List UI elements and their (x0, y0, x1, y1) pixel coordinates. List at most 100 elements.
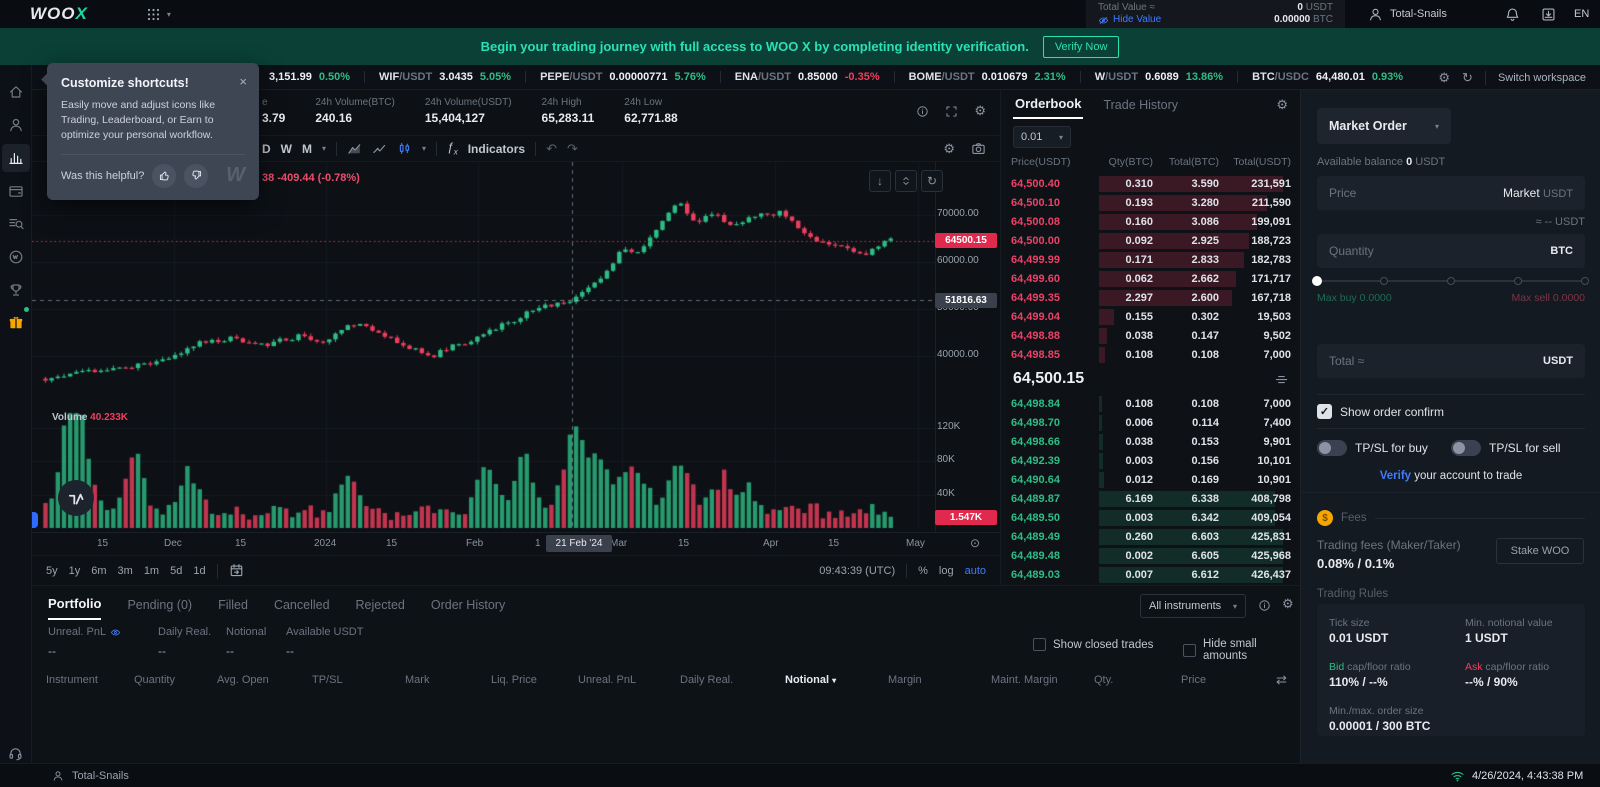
column-maint-margin[interactable]: Maint. Margin (991, 674, 1058, 686)
goto-date-icon[interactable] (229, 563, 244, 578)
verify-link[interactable]: Verify (1380, 470, 1411, 482)
ask-row[interactable]: 64,499.990.1712.833182,783 (1001, 250, 1301, 269)
order-confirm-checkbox[interactable]: ✓ (1317, 404, 1332, 419)
pnl-eye-icon[interactable] (110, 627, 121, 638)
popup-close-icon[interactable]: × (239, 74, 247, 89)
tab-rejected[interactable]: Rejected (356, 598, 405, 619)
ask-row[interactable]: 64,499.040.1550.30219,503 (1001, 307, 1301, 326)
sidebar-item-leaderboard[interactable] (2, 276, 30, 304)
line-chart-icon[interactable] (372, 141, 387, 156)
order-type-dropdown[interactable]: Market Order▾ (1317, 108, 1451, 144)
ask-row[interactable]: 64,498.880.0380.1479,502 (1001, 326, 1301, 345)
reset-chart-icon[interactable]: ↻ (921, 170, 943, 192)
bid-row[interactable]: 64,492.390.0030.15610,101 (1001, 451, 1301, 470)
language-switch[interactable]: EN (1574, 8, 1589, 20)
timeframe-1m-button[interactable]: 1m (144, 565, 159, 577)
column-qty-[interactable]: Qty. (1094, 674, 1113, 686)
ask-row[interactable]: 64,499.600.0622.662171,717 (1001, 269, 1301, 288)
bid-row[interactable]: 64,489.490.2606.603425,831 (1001, 527, 1301, 546)
total-field[interactable]: Total ≈ USDT (1317, 344, 1585, 378)
ticker-item[interactable]: BOME/USDT0.0106792.31% (909, 71, 1066, 83)
quantity-field[interactable]: Quantity BTC (1317, 234, 1585, 268)
column-notional[interactable]: Notional ▾ (785, 674, 836, 686)
column-quantity[interactable]: Quantity (134, 674, 175, 686)
timeframe-1y-button[interactable]: 1y (69, 565, 81, 577)
sidebar-item-trading[interactable] (2, 144, 30, 172)
chart-clock[interactable]: 09:43:39 (UTC) (819, 565, 895, 577)
ticker-item[interactable]: BTC/USDC64,480.010.93% (1252, 71, 1403, 83)
support-icon[interactable] (8, 746, 23, 761)
tradingview-logo[interactable] (58, 480, 94, 516)
stake-woo-button[interactable]: Stake WOO (1496, 538, 1584, 564)
username[interactable]: Total-Snails (1390, 8, 1447, 20)
apps-menu-icon[interactable] (146, 7, 161, 22)
column-price[interactable]: Price (1181, 674, 1206, 686)
interval-1w-button[interactable]: W (281, 142, 292, 156)
ask-row[interactable]: 64,500.400.3103.590231,591 (1001, 174, 1301, 193)
sidebar-item-account[interactable] (2, 111, 30, 139)
column-unreal-pnl[interactable]: Unreal. PnL (578, 674, 636, 686)
ticker-item[interactable]: PEPE/USDT0.000007715.76% (540, 71, 706, 83)
ask-row[interactable]: 64,500.000.0922.925188,723 (1001, 231, 1301, 250)
tab-order-history[interactable]: Order History (431, 598, 505, 619)
timeframe-6m-button[interactable]: 6m (91, 565, 106, 577)
notifications-icon[interactable] (1505, 7, 1520, 22)
column-liq-price[interactable]: Liq. Price (491, 674, 537, 686)
timeframe-3m-button[interactable]: 3m (118, 565, 133, 577)
info-icon[interactable] (916, 103, 929, 119)
quantity-slider[interactable] (1317, 276, 1585, 286)
downloads-icon[interactable] (1541, 7, 1556, 22)
interval-1d-button[interactable]: D (262, 142, 271, 156)
positions-info-icon[interactable] (1258, 599, 1271, 612)
tab-filled[interactable]: Filled (218, 598, 248, 619)
percent-scale-button[interactable]: % (918, 565, 928, 577)
sidebar-item-woo-ecosystem[interactable] (2, 243, 30, 271)
redo-icon[interactable]: ↷ (567, 141, 578, 157)
price-field[interactable]: Price Market USDT (1317, 176, 1585, 210)
chart-settings-icon[interactable]: ⚙ (974, 103, 986, 119)
axis-target-icon[interactable]: ⊙ (970, 536, 980, 550)
depth-layout-icon[interactable] (1274, 372, 1289, 387)
column-daily-real-[interactable]: Daily Real. (680, 674, 733, 686)
slider-knob[interactable] (1312, 276, 1322, 286)
thumbs-up-button[interactable] (152, 164, 176, 188)
tpsl-buy-toggle[interactable] (1317, 440, 1347, 456)
ask-row[interactable]: 64,499.352.2972.600167,718 (1001, 288, 1301, 307)
switch-workspace-button[interactable]: Switch workspace (1498, 72, 1586, 84)
timeframe-5y-button[interactable]: 5y (46, 565, 58, 577)
interval-caret-icon[interactable]: ▾ (322, 144, 326, 153)
bid-row[interactable]: 64,490.640.0120.16910,901 (1001, 470, 1301, 489)
bid-row[interactable]: 64,489.030.0076.612426,437 (1001, 565, 1301, 584)
area-chart-icon[interactable] (347, 141, 362, 156)
ask-row[interactable]: 64,498.850.1080.1087,000 (1001, 345, 1301, 364)
scroll-to-latest-icon[interactable]: ↓ (869, 170, 891, 192)
orderbook-settings-icon[interactable]: ⚙ (1276, 97, 1288, 113)
undo-icon[interactable]: ↶ (546, 141, 557, 157)
sidebar-item-markets-explorer[interactable] (2, 210, 30, 238)
auto-scale-button[interactable]: auto (965, 565, 986, 577)
precision-dropdown[interactable]: 0.01▾ (1013, 126, 1071, 148)
tpsl-sell-toggle[interactable] (1451, 440, 1481, 456)
column-settings-icon[interactable]: ⇄ (1276, 672, 1287, 688)
timeframe-5d-button[interactable]: 5d (170, 565, 182, 577)
ask-row[interactable]: 64,500.080.1603.086199,091 (1001, 212, 1301, 231)
tab-orderbook[interactable]: Orderbook (1013, 91, 1083, 119)
time-axis[interactable]: 15Dec15202415Feb1Mar15Apr15May 21 Feb '2… (32, 532, 1000, 554)
bid-row[interactable]: 64,489.480.0026.605425,968 (1001, 546, 1301, 565)
positions-settings-icon[interactable]: ⚙ (1282, 596, 1294, 612)
ask-row[interactable]: 64,500.100.1933.280211,590 (1001, 193, 1301, 212)
column-instrument[interactable]: Instrument (46, 674, 98, 686)
tab-trade-history[interactable]: Trade History (1103, 98, 1178, 112)
sidebar-item-rewards[interactable] (2, 309, 30, 337)
ticker-item[interactable]: WIF/USDT3.04355.05% (379, 71, 511, 83)
chart-type-caret-icon[interactable]: ▾ (422, 144, 426, 153)
bid-row[interactable]: 64,489.876.1696.338408,798 (1001, 489, 1301, 508)
ticker-item[interactable]: ENA/USDT0.85000-0.35% (735, 71, 880, 83)
tab-portfolio[interactable]: Portfolio (48, 596, 101, 620)
instruments-filter-dropdown[interactable]: All instruments▾ (1140, 594, 1246, 618)
screenshot-icon[interactable] (971, 141, 986, 157)
hide-value-button[interactable]: Hide Value (1098, 14, 1161, 26)
column-avg-open[interactable]: Avg. Open (217, 674, 269, 686)
candlestick-canvas[interactable] (32, 162, 1000, 532)
bid-row[interactable]: 64,498.700.0060.1147,400 (1001, 413, 1301, 432)
